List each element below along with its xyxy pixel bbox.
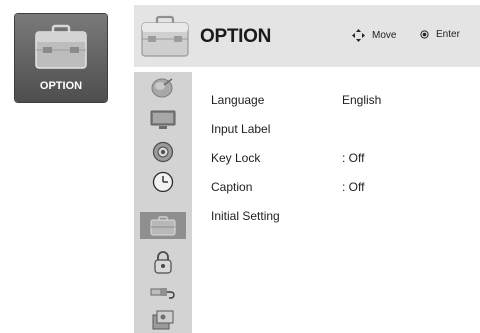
sidebar-item-option[interactable]	[140, 212, 186, 239]
sidebar-item-media[interactable]	[140, 306, 186, 333]
menu-item-key-lock[interactable]: Key Lock : Off	[211, 151, 364, 165]
menu-item-label: Caption	[211, 180, 253, 194]
menu-item-value: : Off	[342, 151, 365, 165]
page-title: OPTION	[200, 26, 272, 47]
speaker-icon	[152, 141, 174, 162]
usb-icon	[150, 287, 175, 299]
sidebar-item-usb[interactable]	[140, 278, 186, 305]
move-hint-label: Move	[372, 30, 397, 41]
toolbox-icon	[150, 215, 176, 235]
option-tile-label: OPTION	[39, 80, 83, 92]
monitor-icon	[150, 110, 176, 129]
option-tile[interactable]: OPTION	[15, 14, 107, 102]
menu-item-input-label[interactable]: Input Label	[211, 122, 270, 136]
move-hint: Move	[352, 29, 396, 42]
enter-hint-label: Enter	[436, 29, 460, 40]
sidebar-item-lock[interactable]	[140, 248, 186, 275]
menu-item-label: Key Lock	[211, 151, 261, 165]
category-sidebar	[134, 72, 192, 333]
satellite-dish-icon	[151, 77, 173, 97]
toolbox-icon	[141, 15, 189, 57]
menu-item-label: Input Label	[211, 122, 271, 136]
menu-item-value: : Off	[342, 180, 365, 194]
enter-hint: Enter	[420, 29, 460, 40]
menu-item-initial-setting[interactable]: Initial Setting	[211, 209, 280, 223]
menu-item-label: Language	[211, 93, 265, 107]
sidebar-item-audio[interactable]	[140, 138, 186, 165]
clock-icon	[152, 171, 174, 192]
media-icon	[152, 310, 174, 329]
menu-item-caption[interactable]: Caption : Off	[211, 180, 364, 194]
menu-header: OPTION Move Enter	[134, 5, 480, 67]
toolbox-icon	[35, 24, 87, 69]
move-arrows-icon	[352, 29, 365, 42]
enter-dot-icon	[420, 30, 429, 39]
option-menu-panel: OPTION Move Enter Language English Input…	[134, 5, 480, 333]
sidebar-item-setup[interactable]	[140, 74, 186, 101]
menu-item-language[interactable]: Language English	[211, 93, 381, 107]
menu-item-label: Initial Setting	[211, 209, 280, 223]
menu-item-value: English	[342, 93, 382, 107]
sidebar-item-time[interactable]	[140, 168, 186, 195]
sidebar-item-picture[interactable]	[140, 106, 186, 133]
lock-icon	[154, 250, 172, 274]
